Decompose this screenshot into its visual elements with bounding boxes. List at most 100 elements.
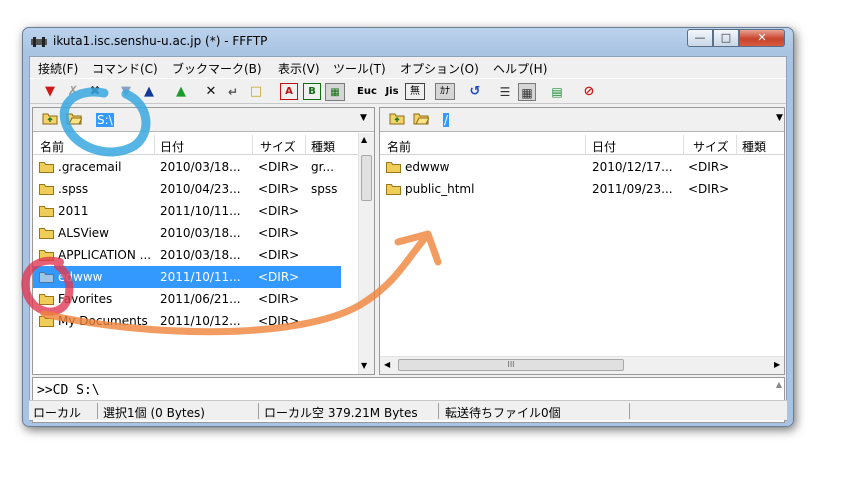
folder-icon	[386, 184, 401, 195]
scroll-up-icon[interactable]: ▲	[361, 135, 367, 144]
menu-help[interactable]: ヘルプ(H)	[493, 60, 547, 77]
remote-file-row[interactable]: public_html 2011/09/23... <DIR>	[380, 178, 784, 200]
local-header-size[interactable]: サイズ	[260, 138, 296, 155]
local-vertical-scrollbar[interactable]: ▲ ▼	[358, 133, 374, 374]
refresh-icon[interactable]: ↺	[466, 83, 484, 101]
local-scroll-thumb[interactable]	[361, 155, 372, 201]
local-path-dropdown-icon[interactable]: ▼	[360, 113, 367, 123]
file-date: 2010/03/18...	[160, 160, 241, 174]
menu-command[interactable]: コマンド(C)	[92, 60, 158, 77]
file-date: 2011/10/11...	[160, 270, 241, 284]
rename-icon[interactable]: ↵	[224, 83, 242, 101]
file-size: <DIR>	[258, 292, 300, 306]
maximize-button[interactable]: □	[713, 29, 739, 47]
scroll-left-icon[interactable]: ◀	[384, 360, 390, 369]
stop-icon[interactable]: ⊘	[580, 83, 598, 101]
disconnect-icon[interactable]: ✖	[86, 83, 104, 101]
download-icon[interactable]: ▼	[117, 83, 135, 101]
menu-bookmark[interactable]: ブックマーク(B)	[172, 60, 262, 77]
delete-icon[interactable]: ✕	[202, 83, 220, 101]
local-list-header: 名前 日付 サイズ 種類	[33, 135, 358, 155]
status-mode: ローカル	[33, 406, 82, 420]
local-header-name[interactable]: 名前	[40, 138, 64, 155]
file-size: <DIR>	[258, 314, 300, 328]
local-file-row[interactable]: Favorites 2011/06/21... <DIR>	[33, 288, 358, 310]
file-date: 2010/03/18...	[160, 226, 241, 240]
ffftp-app-icon	[31, 37, 47, 47]
toolbar: ▼ ✗ ✖ ▼ ▲ ▲ ✕ ↵ □ A B ▦ Euc Jis 無 ｶﾅ ↺ ☰…	[30, 78, 786, 104]
folder-icon	[39, 184, 54, 195]
close-button[interactable]: ✕	[739, 29, 785, 47]
local-header-date[interactable]: 日付	[160, 138, 184, 155]
status-free-space: ローカル空 379.21M Bytes	[264, 406, 418, 420]
file-name: 2011	[58, 204, 89, 218]
local-file-row[interactable]: My Documents 2011/10/12... <DIR>	[33, 310, 358, 332]
remote-header-date[interactable]: 日付	[592, 138, 616, 155]
auto-mode-icon[interactable]: ▦	[325, 83, 345, 101]
euc-icon[interactable]: Euc	[356, 83, 378, 101]
remote-scroll-thumb[interactable]: III	[398, 359, 624, 371]
binary-mode-icon[interactable]: B	[303, 83, 321, 100]
file-size: <DIR>	[688, 182, 730, 196]
local-pane: S:\ ▼ 名前 日付 サイズ 種類 .gracemail 2010/03/18.…	[32, 107, 375, 375]
local-file-row-selected[interactable]: edwww 2011/10/11... <DIR>	[33, 266, 341, 288]
file-size: <DIR>	[258, 204, 300, 218]
file-name: .spss	[58, 182, 89, 196]
local-file-row[interactable]: .gracemail 2010/03/18... <DIR> gr...	[33, 156, 358, 178]
menu-options[interactable]: オプション(O)	[400, 60, 479, 77]
folder-icon	[386, 162, 401, 173]
file-name: edwww	[405, 160, 450, 174]
local-header-type[interactable]: 種類	[311, 138, 335, 155]
file-name: public_html	[405, 182, 475, 196]
remote-open-folder-icon[interactable]	[413, 112, 429, 125]
menu-view[interactable]: 表示(V)	[278, 60, 320, 77]
file-date: 2010/12/17...	[592, 160, 673, 174]
remote-header-type[interactable]: 種類	[742, 138, 766, 155]
log-scroll-up-icon[interactable]: ▲	[776, 380, 782, 389]
file-size: <DIR>	[688, 160, 730, 174]
status-transfer-queue: 転送待ちファイル0個	[445, 406, 561, 420]
remote-up-folder-icon[interactable]	[389, 112, 405, 125]
status-selection: 選択1個 (0 Bytes)	[103, 406, 205, 420]
ascii-mode-icon[interactable]: A	[280, 83, 298, 100]
local-file-row[interactable]: ALSView 2010/03/18... <DIR>	[33, 222, 358, 244]
remote-horizontal-scrollbar[interactable]: ◀ III ▶	[380, 356, 784, 374]
folder-icon	[39, 250, 54, 261]
local-file-row[interactable]: .spss 2010/04/23... <DIR> spss	[33, 178, 358, 200]
quick-connect-icon[interactable]: ✗	[64, 83, 82, 101]
minimize-button[interactable]: —	[687, 29, 713, 47]
menu-connect[interactable]: 接続(F)	[38, 60, 78, 77]
remote-header-name[interactable]: 名前	[387, 138, 411, 155]
local-open-folder-icon[interactable]	[66, 112, 82, 125]
file-name: edwww	[58, 270, 103, 284]
jis-icon[interactable]: Jis	[381, 83, 403, 101]
remote-header-size[interactable]: サイズ	[693, 138, 729, 155]
detail-view-icon[interactable]: ▦	[518, 83, 536, 101]
local-file-row[interactable]: 2011 2011/10/11... <DIR>	[33, 200, 358, 222]
scroll-right-icon[interactable]: ▶	[774, 360, 780, 369]
kana-conversion-icon[interactable]: ｶﾅ	[435, 83, 455, 100]
mkdir-icon[interactable]: □	[247, 83, 265, 101]
file-date: 2010/04/23...	[160, 182, 241, 196]
menu-tools[interactable]: ツール(T)	[333, 60, 386, 77]
remote-path-bar: / ▼	[380, 108, 784, 132]
folder-icon	[39, 294, 54, 305]
upload-icon[interactable]: ▲	[140, 83, 158, 101]
local-file-row[interactable]: APPLICATION ... 2010/03/18... <DIR>	[33, 244, 358, 266]
local-up-folder-icon[interactable]	[42, 112, 58, 125]
remote-path-dropdown-icon[interactable]: ▼	[776, 113, 783, 123]
connect-icon[interactable]: ▼	[41, 83, 59, 101]
status-bar: ローカル 選択1個 (0 Bytes) ローカル空 379.21M Bytes …	[29, 400, 787, 420]
folder-icon	[39, 206, 54, 217]
file-name: ALSView	[58, 226, 109, 240]
remote-path-input[interactable]: /	[443, 113, 450, 127]
remote-file-row[interactable]: edwww 2010/12/17... <DIR>	[380, 156, 784, 178]
tree-view-icon[interactable]: ▤	[548, 83, 566, 101]
title-bar[interactable]: ikuta1.isc.senshu-u.ac.jp (*) - FFFTP — …	[23, 28, 793, 56]
file-type: spss	[311, 182, 338, 196]
list-view-icon[interactable]: ☰	[496, 83, 514, 101]
no-conversion-icon[interactable]: 無	[405, 83, 425, 100]
mirror-upload-icon[interactable]: ▲	[172, 83, 190, 101]
local-path-input[interactable]: S:\	[96, 113, 114, 127]
scroll-down-icon[interactable]: ▼	[361, 361, 367, 370]
